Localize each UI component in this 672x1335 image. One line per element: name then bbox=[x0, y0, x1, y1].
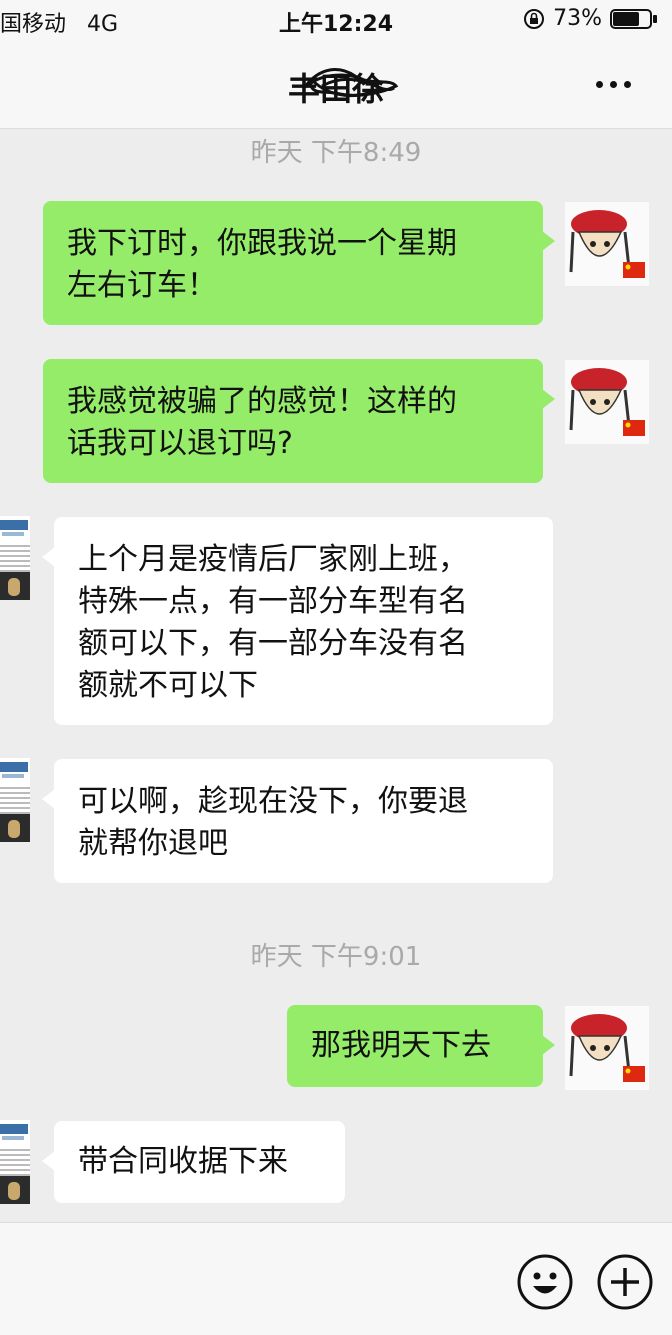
plus-icon[interactable] bbox=[596, 1253, 654, 1311]
emoji-icon[interactable] bbox=[516, 1253, 574, 1311]
more-icon[interactable] bbox=[594, 76, 634, 92]
outgoing-message[interactable]: 我感觉被骗了的感觉！这样的 话我可以退订吗? bbox=[43, 359, 555, 483]
redaction-scribble bbox=[302, 68, 399, 98]
timestamp: 昨天 下午9:01 bbox=[250, 942, 422, 972]
message-text: 我下订时，你跟我说一个星期 左右订车！ bbox=[67, 226, 457, 303]
message-text: 带合同收据下来 bbox=[78, 1144, 288, 1179]
message-text: 可以啊，趁现在没下，你要退 就帮你退吧 bbox=[78, 784, 468, 861]
message-text: 我感觉被骗了的感觉！这样的 话我可以退订吗? bbox=[67, 384, 457, 461]
incoming-message[interactable]: 可以啊，趁现在没下，你要退 就帮你退吧 bbox=[42, 759, 553, 883]
battery-percent: 73% bbox=[553, 6, 602, 31]
chat-header: 丰田徐 bbox=[0, 40, 672, 129]
my-avatar[interactable] bbox=[565, 1006, 649, 1090]
my-avatar[interactable] bbox=[565, 202, 649, 286]
contact-avatar[interactable] bbox=[0, 1120, 30, 1204]
contact-avatar[interactable] bbox=[0, 758, 30, 842]
contact-avatar[interactable] bbox=[0, 516, 30, 600]
incoming-message[interactable]: 上个月是疫情后厂家刚上班， 特殊一点，有一部分车型有名 额可以下，有一部分车没有… bbox=[42, 517, 553, 725]
timestamp: 昨天 下午8:49 bbox=[250, 138, 422, 168]
battery-icon bbox=[610, 7, 660, 31]
message-text: 上个月是疫情后厂家刚上班， 特殊一点，有一部分车型有名 额可以下，有一部分车没有… bbox=[78, 542, 468, 703]
status-right: 73% bbox=[523, 6, 660, 31]
outgoing-message[interactable]: 我下订时，你跟我说一个星期 左右订车！ bbox=[43, 201, 555, 325]
input-bar bbox=[0, 1222, 672, 1335]
outgoing-message[interactable]: 那我明天下去 bbox=[287, 1005, 555, 1087]
status-bar: 国移动 4G 上午12:24 73% bbox=[0, 0, 672, 40]
incoming-message[interactable]: 带合同收据下来 bbox=[42, 1121, 345, 1203]
message-text: 那我明天下去 bbox=[311, 1028, 491, 1063]
my-avatar[interactable] bbox=[565, 360, 649, 444]
rotation-lock-icon bbox=[524, 8, 545, 29]
